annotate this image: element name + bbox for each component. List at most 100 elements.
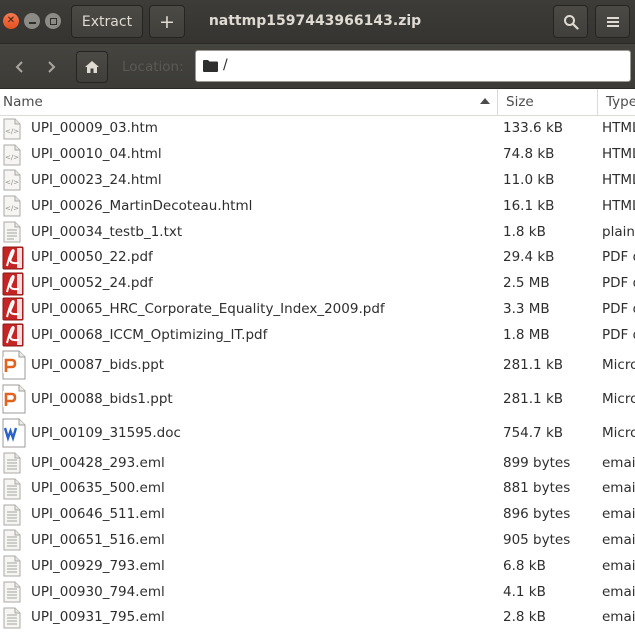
file-row[interactable]: </> UPI_00023_24.html 11.0 kB HTML [0,168,635,194]
file-row[interactable]: UPI_00088_bids1.ppt 281.1 kB Micro [0,382,635,416]
file-row[interactable]: UPI_00929_793.eml 6.8 kB email [0,553,635,579]
file-name: UPI_00088_bids1.ppt [31,390,173,407]
file-row[interactable]: UPI_00052_24.pdf 2.5 MB PDF d [0,271,635,297]
file-name: UPI_00646_511.eml [31,506,165,523]
file-type: PDF d [602,326,635,343]
extract-button[interactable]: Extract [71,5,143,38]
word-file-icon [2,418,26,452]
file-name: UPI_00931_795.eml [31,609,165,626]
column-header: Name Size Type [0,89,635,116]
file-row[interactable]: UPI_00087_bids.ppt 281.1 kB Micro [0,348,635,382]
search-button[interactable] [553,5,588,38]
presentation-file-icon [2,350,26,384]
minimize-window-button[interactable] [24,13,40,29]
add-files-button[interactable]: + [149,5,185,38]
folder-icon [203,60,218,72]
file-row[interactable]: </> UPI_00010_04.html 74.8 kB HTML [0,142,635,168]
file-name: UPI_00034_testb_1.txt [31,223,183,240]
forward-button[interactable] [35,51,67,83]
menu-button[interactable] [595,5,630,38]
pdf-file-icon [2,297,24,325]
chevron-right-icon [48,61,56,73]
file-size: 6.8 kB [503,557,546,574]
email-file-icon [2,555,22,581]
file-row[interactable]: </> UPI_00009_03.htm 133.6 kB HTML [0,116,635,142]
file-row[interactable]: UPI_00651_516.eml 905 bytes email [0,528,635,554]
file-row[interactable]: UPI_00068_ICCM_Optimizing_IT.pdf 1.8 MB PD… [0,322,635,348]
column-header-type[interactable]: Type [597,89,635,116]
file-name: UPI_00010_04.html [31,146,162,163]
file-row[interactable]: UPI_00930_794.eml 4.1 kB email [0,579,635,605]
file-type: email [602,583,635,600]
column-header-name[interactable]: Name [0,89,497,116]
file-size: 281.1 kB [503,356,564,373]
location-path: / [223,57,228,73]
file-row[interactable]: UPI_00635_500.eml 881 bytes email [0,476,635,502]
email-file-icon [2,529,22,555]
email-file-icon [2,504,22,530]
search-icon [563,14,579,30]
home-button[interactable] [76,51,108,83]
file-name: UPI_00068_ICCM_Optimizing_IT.pdf [31,326,268,343]
file-name: UPI_00428_293.eml [31,454,165,471]
file-type: email [602,531,635,548]
location-label: Location: [122,59,184,75]
file-type: HTML [602,171,635,188]
maximize-window-button[interactable] [45,13,61,29]
file-name: UPI_00087_bids.ppt [31,356,165,373]
svg-text:</>: </> [5,127,19,135]
file-name: UPI_00065_HRC_Corporate_Equality_Index_2… [31,300,385,317]
file-name: UPI_00052_24.pdf [31,275,153,292]
file-size: 899 bytes [503,454,571,471]
file-size: 1.8 MB [503,326,550,343]
file-size: 74.8 kB [503,146,555,163]
file-type: HTML [602,197,635,214]
file-type: PDF d [602,300,635,317]
header-bar: ✕ Extract + nattmp1597443966143.zip [0,0,635,44]
file-type: email [602,506,635,523]
file-type: Micro [602,424,635,441]
file-size: 881 bytes [503,480,571,497]
sort-ascending-icon [480,98,490,104]
file-type: PDF d [602,249,635,266]
file-type: HTML [602,120,635,137]
file-type: HTML [602,146,635,163]
file-name: UPI_00651_516.eml [31,531,165,548]
svg-text:</>: </> [5,205,19,213]
email-file-icon [2,452,22,478]
back-button[interactable] [4,51,36,83]
file-size: 3.3 MB [503,300,550,317]
file-name: UPI_00109_31595.doc [31,424,181,441]
file-row[interactable]: UPI_00428_293.eml 899 bytes email [0,450,635,476]
file-size: 896 bytes [503,506,571,523]
email-file-icon [2,478,22,504]
file-size: 11.0 kB [503,171,555,188]
close-window-button[interactable]: ✕ [3,13,19,29]
file-row[interactable]: UPI_00646_511.eml 896 bytes email [0,502,635,528]
html-file-icon: </> [2,144,22,170]
file-name: UPI_00026_MartinDecoteau.html [31,197,253,214]
file-size: 16.1 kB [503,197,555,214]
window-title: nattmp1597443966143.zip [208,13,422,29]
email-file-icon [2,607,22,633]
file-row[interactable]: </> UPI_00026_MartinDecoteau.html 16.1 kB H… [0,193,635,219]
column-header-size[interactable]: Size [497,89,597,116]
file-row[interactable]: UPI_00050_22.pdf 29.4 kB PDF d [0,245,635,271]
file-size: 1.8 kB [503,223,546,240]
file-size: 29.4 kB [503,249,555,266]
file-type: email [602,557,635,574]
file-name: UPI_00023_24.html [31,171,162,188]
text-file-icon [2,221,22,247]
file-row[interactable]: UPI_00109_31595.doc 754.7 kB Micro [0,416,635,450]
file-type: PDF d [602,275,635,292]
svg-text:</>: </> [5,153,19,161]
file-size: 2.5 MB [503,275,550,292]
file-name: UPI_00930_794.eml [31,583,165,600]
file-row[interactable]: UPI_00034_testb_1.txt 1.8 kB plain [0,219,635,245]
svg-text:</>: </> [5,179,19,187]
file-size: 905 bytes [503,531,571,548]
file-row[interactable]: UPI_00065_HRC_Corporate_Equality_Index_2… [0,297,635,323]
file-row[interactable]: UPI_00931_795.eml 2.8 kB email [0,605,635,631]
html-file-icon: </> [2,195,22,221]
location-field[interactable]: / [195,50,631,82]
